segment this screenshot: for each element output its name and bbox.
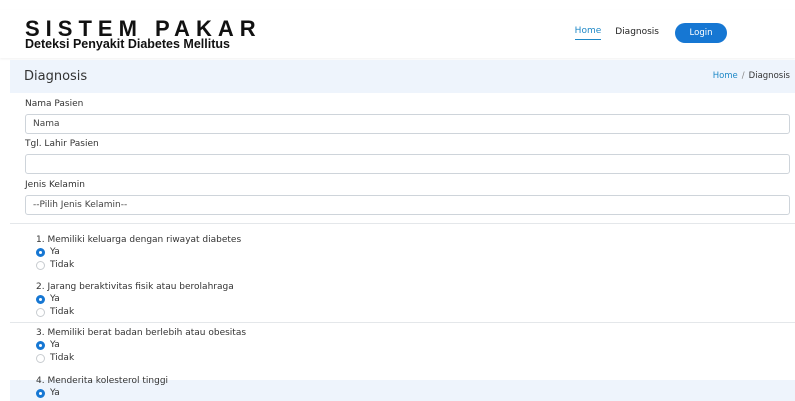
main-nav: Home Diagnosis Login (574, 23, 727, 43)
question-2-text: 2. Jarang beraktivitas fisik atau berola… (36, 282, 234, 292)
option-label: Ya (50, 247, 60, 257)
page-title-bar: Diagnosis Home / Diagnosis (10, 60, 795, 93)
radio-checked-icon[interactable] (36, 247, 45, 257)
option-label: Ya (50, 340, 60, 350)
question-4-text: 4. Menderita kolesterol tinggi (36, 376, 169, 386)
jenis-kelamin-label: Jenis Kelamin (25, 180, 85, 190)
question-1-option-ya[interactable]: Ya (36, 247, 60, 257)
radio-unchecked-icon[interactable] (36, 353, 45, 363)
nama-pasien-placeholder: Nama (33, 119, 60, 129)
nav-home-link[interactable]: Home (574, 26, 602, 40)
option-label: Tidak (50, 307, 75, 317)
option-label: Tidak (50, 353, 75, 363)
nama-pasien-input[interactable]: Nama (25, 114, 790, 134)
option-label: Ya (50, 294, 60, 304)
form-divider (10, 223, 795, 224)
radio-checked-icon[interactable] (36, 388, 45, 398)
radio-checked-icon[interactable] (36, 340, 45, 350)
radio-checked-icon[interactable] (36, 294, 45, 304)
nama-pasien-label: Nama Pasien (25, 99, 84, 109)
page-title: Diagnosis (24, 69, 88, 84)
site-header: SISTEM PAKAR Deteksi Penyakit Diabetes M… (0, 10, 795, 58)
question-1-text: 1. Memiliki keluarga dengan riwayat diab… (36, 235, 242, 245)
breadcrumb: Home / Diagnosis (713, 71, 790, 81)
nav-diagnosis-link[interactable]: Diagnosis (615, 27, 659, 40)
option-label: Tidak (50, 260, 75, 270)
question-3-option-tidak[interactable]: Tidak (36, 353, 74, 363)
question-3-option-ya[interactable]: Ya (36, 340, 60, 350)
brand-subtitle: Deteksi Penyakit Diabetes Mellitus (25, 37, 230, 51)
radio-unchecked-icon[interactable] (36, 307, 45, 317)
radio-unchecked-icon[interactable] (36, 260, 45, 270)
question-1-option-tidak[interactable]: Tidak (36, 260, 74, 270)
tgl-lahir-input[interactable] (25, 154, 790, 174)
option-label: Ya (50, 388, 60, 398)
jenis-kelamin-select[interactable]: --Pilih Jenis Kelamin-- (25, 195, 790, 215)
question-2-option-tidak[interactable]: Tidak (36, 307, 74, 317)
breadcrumb-current: Diagnosis (748, 71, 790, 81)
breadcrumb-separator: / (741, 71, 745, 81)
question-2-option-ya[interactable]: Ya (36, 294, 60, 304)
login-button[interactable]: Login (675, 23, 727, 43)
tgl-lahir-label: Tgl. Lahir Pasien (25, 139, 99, 149)
section-divider (10, 322, 795, 323)
question-4-option-ya[interactable]: Ya (36, 388, 60, 398)
jenis-kelamin-selected: --Pilih Jenis Kelamin-- (33, 200, 128, 210)
question-3-text: 3. Memiliki berat badan berlebih atau ob… (36, 328, 247, 338)
breadcrumb-home-link[interactable]: Home (713, 71, 738, 81)
